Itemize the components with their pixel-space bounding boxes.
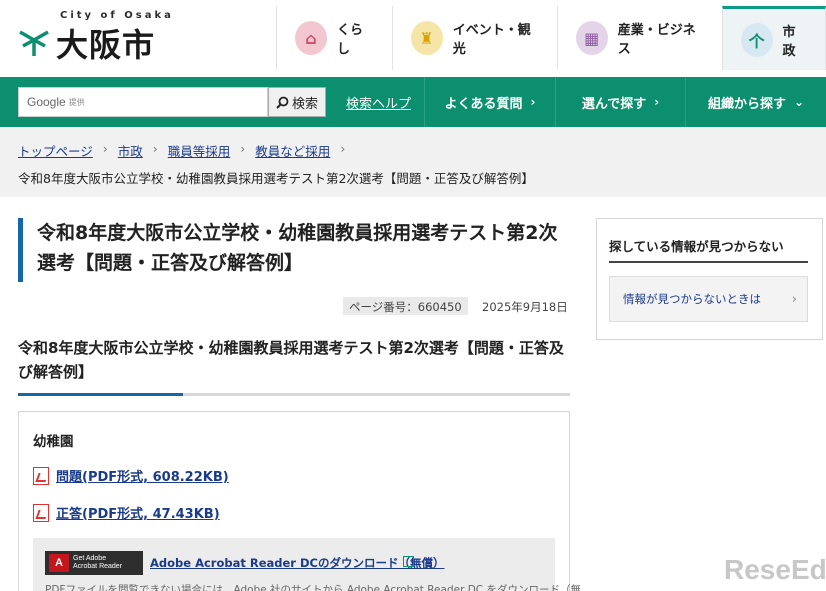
city-emblem-icon: [19, 30, 49, 56]
google-brand-sub: 提供: [68, 97, 85, 107]
nav-label: 産業・ビジネス: [617, 23, 696, 57]
search-button[interactable]: 検索: [268, 87, 326, 117]
breadcrumb-separator: ›: [152, 141, 158, 156]
nav-label: イベント・観光: [452, 23, 531, 57]
chevron-right-icon: ›: [791, 291, 797, 307]
nav-event[interactable]: ♜ イベント・観光: [391, 6, 557, 70]
menu-faq[interactable]: よくある質問 ›: [424, 77, 555, 127]
acrobat-download-link[interactable]: Adobe Acrobat Reader DCのダウンロード（無償）: [150, 555, 444, 571]
house-icon: ⌂: [295, 21, 327, 55]
acrobat-badge-line1: Get Adobe: [73, 555, 107, 562]
site-logo[interactable]: City of Osaka 大阪市: [18, 8, 178, 68]
menu-browse[interactable]: 選んで探す ›: [555, 77, 685, 127]
search-icon: [276, 96, 289, 109]
chevron-right-icon: ›: [654, 95, 660, 109]
castle-icon: ♜: [410, 21, 443, 55]
site-header: City of Osaka 大阪市 ⌂ くらし ♜ イベント・観光 ▦ 産業・ビ…: [0, 0, 826, 77]
breadcrumb: トップページ › 市政 › 職員等採用 › 教員など採用 › 令和8年度大阪市公…: [0, 127, 826, 197]
nav-shisei[interactable]: 个 市政: [721, 6, 826, 70]
external-link-icon: [403, 556, 414, 567]
breadcrumb-current: 令和8年度大阪市公立学校・幼稚園教員採用選考テスト第2次選考【問題・正答及び解答…: [18, 171, 534, 186]
logo-japanese: 大阪市: [56, 26, 156, 64]
menu-label: よくある質問: [444, 96, 523, 112]
watermark-logo: ReseEd: [724, 554, 826, 585]
acrobat-notice: A Get Adobe Acrobat Reader Adobe Acrobat…: [33, 538, 581, 591]
pdf-item: 正答(PDF形式, 47.43KB): [33, 503, 220, 522]
search-bar: Google 提供 検索 検索ヘルプ よくある質問 › 選んで探す › 組織から…: [0, 77, 826, 127]
breadcrumb-link[interactable]: 職員等採用: [168, 141, 231, 160]
acrobat-badge-line2: Acrobat Reader: [73, 563, 123, 570]
pdf-link-question[interactable]: 問題(PDF形式, 608.22KB): [56, 466, 229, 485]
building-icon: ▦: [575, 21, 608, 55]
pdf-item: 問題(PDF形式, 608.22KB): [33, 466, 229, 485]
chevron-down-icon: ⌄: [793, 95, 805, 109]
breadcrumb-separator: ›: [102, 141, 108, 156]
kindergarten-panel: 幼稚園 問題(PDF形式, 608.22KB) 正答(PDF形式, 47.43K…: [18, 411, 581, 591]
global-nav: ⌂ くらし ♜ イベント・観光 ▦ 産業・ビジネス 个 市政: [276, 6, 826, 70]
publish-date: 2025年9月18日: [482, 300, 568, 314]
page-title: 令和8年度大阪市公立学校・幼稚園教員採用選考テスト第2次選考【問題・正答及び解答…: [37, 222, 558, 274]
not-found-help-button[interactable]: 情報が見つからないときは ›: [609, 276, 808, 322]
breadcrumb-link[interactable]: 教員など採用: [255, 141, 330, 160]
menu-label: 組織から探す: [707, 96, 786, 112]
nav-label: 市政: [782, 24, 796, 59]
pdf-link-answer[interactable]: 正答(PDF形式, 47.43KB): [56, 503, 220, 522]
acrobat-badge[interactable]: A Get Adobe Acrobat Reader: [45, 551, 143, 575]
chevron-right-icon: ›: [530, 95, 536, 109]
menu-label: 選んで探す: [581, 96, 647, 112]
heading-rule: [18, 393, 570, 396]
breadcrumb-separator: ›: [240, 141, 246, 156]
sidebar-heading: 探している情報が見つからない: [609, 239, 784, 254]
menu-organization[interactable]: 組織から探す ⌄: [685, 77, 826, 127]
acrobat-icon: A: [49, 554, 69, 572]
sidebar-help-box: 探している情報が見つからない 情報が見つからないときは ›: [596, 218, 823, 340]
nav-business[interactable]: ▦ 産業・ビジネス: [556, 6, 722, 70]
not-found-help-label: 情報が見つからないときは: [623, 292, 761, 306]
city-emblem-icon: 个: [740, 22, 773, 57]
page-number: ページ番号：660450: [343, 297, 468, 315]
breadcrumb-link[interactable]: 市政: [118, 141, 143, 160]
search-button-label: 検索: [291, 96, 318, 112]
search-input[interactable]: Google 提供: [18, 87, 268, 117]
acrobat-description: PDFファイルを閲覧できない場合には、Adobe 社のサイトから Adobe A…: [45, 584, 581, 591]
nav-label: くらし: [336, 23, 363, 57]
breadcrumb-link[interactable]: トップページ: [18, 141, 93, 160]
pdf-icon: [33, 466, 49, 485]
google-brand: Google: [27, 95, 66, 109]
section-heading: 令和8年度大阪市公立学校・幼稚園教員採用選考テスト第2次選考【問題・正答及び解答…: [18, 339, 564, 381]
page-title-box: 令和8年度大阪市公立学校・幼稚園教員採用選考テスト第2次選考【問題・正答及び解答…: [18, 218, 570, 282]
nav-kurashi[interactable]: ⌂ くらし: [276, 6, 392, 70]
breadcrumb-separator: ›: [340, 141, 346, 156]
sidebar-rule: [609, 261, 808, 263]
search-help-link[interactable]: 検索ヘルプ: [346, 93, 411, 112]
pdf-icon: [33, 503, 49, 522]
panel-heading: 幼稚園: [33, 434, 74, 450]
